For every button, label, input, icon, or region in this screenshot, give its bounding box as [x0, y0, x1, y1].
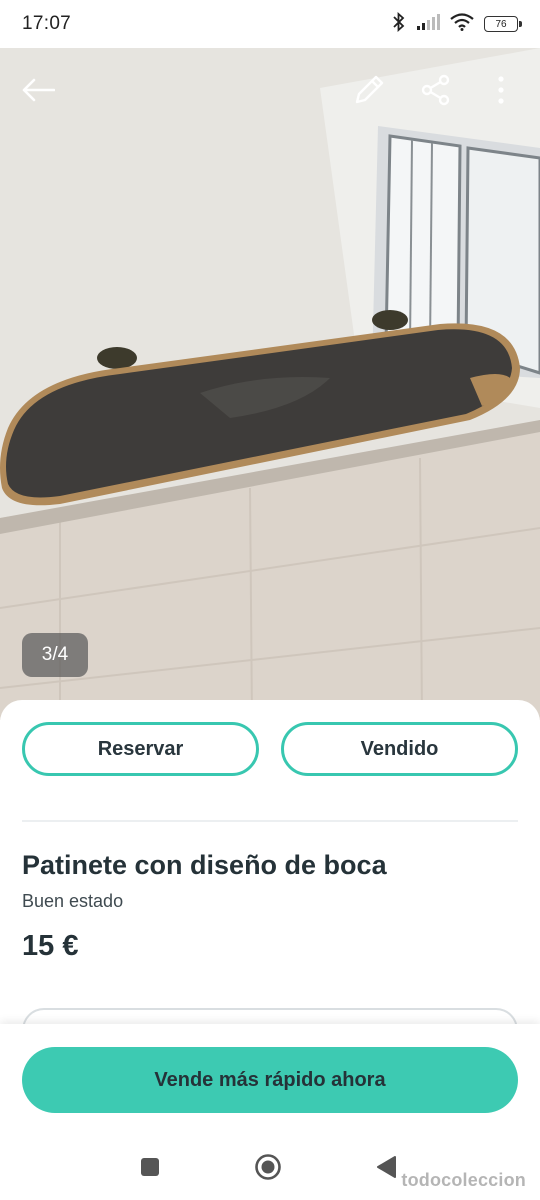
skateboard-photo-image	[0, 48, 540, 720]
status-icons: 76	[392, 11, 522, 37]
battery-level: 76	[495, 18, 507, 30]
share-icon[interactable]	[414, 68, 458, 112]
signal-icon	[416, 13, 440, 36]
status-actions: Reservar Vendido	[22, 722, 518, 776]
more-vert-icon[interactable]	[479, 68, 523, 112]
sold-button[interactable]: Vendido	[281, 722, 518, 776]
product-photo[interactable]: 3/4	[0, 48, 540, 720]
item-condition: Buen estado	[22, 891, 124, 911]
watermark: todocoleccion	[401, 1170, 526, 1190]
reserve-button[interactable]: Reservar	[22, 722, 259, 776]
item-price: 15 €	[22, 930, 79, 962]
cta-bar: Vende más rápido ahora	[0, 1024, 540, 1134]
status-bar: 17:07 76	[0, 0, 540, 48]
photo-toolbar	[0, 66, 540, 116]
item-details-sheet: Reservar Vendido Patinete con diseño de …	[0, 700, 540, 1048]
home-circle-icon[interactable]	[253, 1152, 283, 1182]
system-nav-bar: todocoleccion	[0, 1134, 540, 1200]
sell-faster-button[interactable]: Vende más rápido ahora	[22, 1047, 518, 1113]
battery-icon: 76	[484, 16, 522, 32]
edit-pencil-icon[interactable]	[347, 68, 391, 112]
item-title: Patinete con diseño de boca	[22, 850, 387, 880]
recents-square-icon[interactable]	[135, 1152, 165, 1182]
bluetooth-icon	[392, 11, 406, 37]
divider	[22, 820, 518, 822]
status-time: 17:07	[22, 13, 72, 34]
back-arrow-icon[interactable]	[16, 68, 60, 112]
wifi-icon	[450, 12, 474, 36]
photo-counter: 3/4	[22, 633, 88, 677]
back-triangle-icon[interactable]	[371, 1152, 401, 1182]
